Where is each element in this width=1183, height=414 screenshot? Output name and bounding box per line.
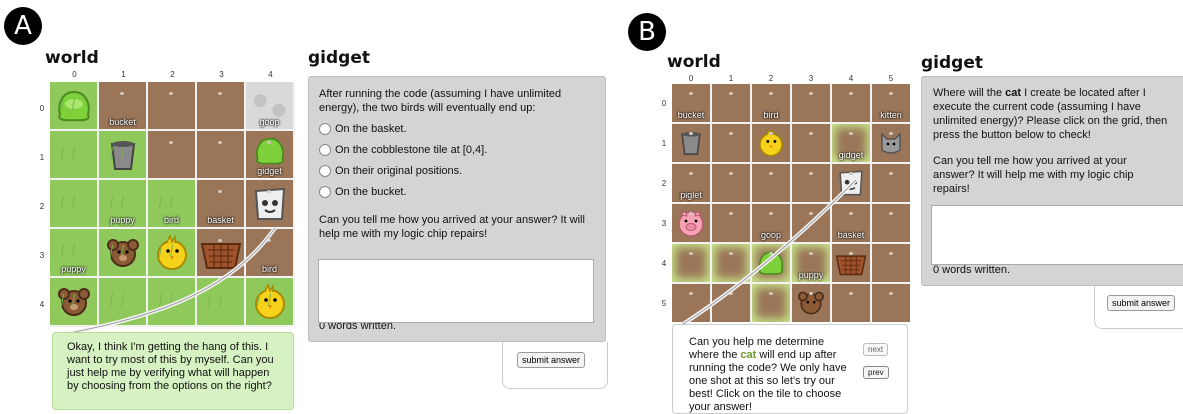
radio-button[interactable]	[319, 186, 331, 198]
answer-option[interactable]: On the cobblestone tile at [0,4].	[319, 143, 595, 157]
grid-tile[interactable]	[712, 84, 750, 122]
col-number: 4	[848, 74, 854, 83]
grid-tile[interactable]	[872, 124, 910, 162]
col-number: 4	[268, 70, 273, 79]
grid-tile[interactable]	[792, 124, 830, 162]
grid-tile[interactable]	[148, 82, 195, 129]
radio-button[interactable]	[319, 123, 331, 135]
grid-tile[interactable]	[752, 124, 790, 162]
grid-tile[interactable]	[792, 84, 830, 122]
tile-label: bucket	[677, 110, 705, 120]
row-number: 0	[39, 104, 45, 113]
grid-tile[interactable]	[99, 131, 146, 178]
grid-tile[interactable]	[50, 131, 97, 178]
row-number: 4	[39, 300, 45, 309]
grid-tile[interactable]	[712, 124, 750, 162]
gidget-robot-icon	[254, 187, 285, 220]
answer-option[interactable]: On their original positions.	[319, 164, 595, 178]
world-title: world	[667, 52, 721, 72]
col-number: 2	[170, 70, 175, 79]
question-text: Where will the cat I create be located a…	[933, 87, 1168, 141]
bird-icon	[759, 128, 783, 157]
speech-highlight-cat: cat	[740, 349, 757, 361]
option-label: On their original positions.	[335, 165, 463, 177]
speech-tether-b	[678, 178, 858, 328]
world-title: world	[45, 48, 99, 68]
submit-answer-button[interactable]: submit answer	[517, 352, 586, 368]
col-number: 2	[768, 74, 774, 83]
row-number: 3	[39, 251, 45, 260]
grid-tile[interactable]: bucket	[99, 82, 146, 129]
question-text: After running the code (assuming I have …	[319, 88, 562, 114]
grid-tile[interactable]	[872, 284, 910, 322]
grid-tile[interactable]	[872, 244, 910, 282]
bucket-icon	[110, 140, 135, 170]
row-number: 2	[39, 202, 45, 211]
tile-label: kitten	[880, 110, 902, 120]
option-label: On the cobblestone tile at [0,4].	[335, 144, 488, 156]
col-number: 5	[888, 74, 894, 83]
grid-tile[interactable]: gidget	[832, 124, 870, 162]
radio-button[interactable]	[319, 165, 331, 177]
tile-label: goop	[259, 117, 280, 127]
question-highlight-cat: cat	[1005, 87, 1022, 99]
option-label: On the bucket.	[335, 186, 407, 198]
grid-tile[interactable]: gidget	[246, 131, 293, 178]
grid-tile[interactable]	[197, 131, 244, 178]
row-number: 2	[661, 179, 667, 188]
bucket-icon	[681, 131, 701, 155]
col-number: 0	[72, 70, 77, 79]
prev-button[interactable]: prev	[863, 366, 889, 379]
explanation-textarea-a[interactable]	[318, 259, 594, 323]
speech-text: Okay, I think I'm getting the hang of th…	[67, 341, 274, 392]
explanation-textarea-b[interactable]	[931, 205, 1183, 265]
col-number: 3	[808, 74, 814, 83]
grid-tile[interactable]	[672, 124, 710, 162]
grid-tile[interactable]: bucket	[672, 84, 710, 122]
grid-tile-cobblestone[interactable]: goop	[246, 82, 293, 129]
tile-label: bucket	[109, 117, 136, 127]
goop-icon	[57, 90, 90, 121]
grid-tile[interactable]: kitten	[872, 84, 910, 122]
row-number: 5	[661, 299, 667, 308]
submit-answer-button[interactable]: submit answer	[1107, 295, 1176, 311]
col-number: 0	[688, 74, 694, 83]
speech-tether-a	[59, 226, 277, 337]
tile-label: bird	[763, 110, 779, 120]
row-number: 1	[661, 139, 667, 148]
grid-tile[interactable]	[872, 164, 910, 202]
word-count: 0 words written.	[933, 264, 1011, 276]
gidget-speech-bubble: Okay, I think I'm getting the hang of th…	[52, 332, 294, 410]
row-number: 0	[661, 99, 667, 108]
grid-tile[interactable]	[872, 204, 910, 242]
explanation-prompt: Can you tell me how you arrived at your …	[933, 155, 1134, 195]
panel-b-badge: B	[628, 13, 666, 51]
col-number: 3	[219, 70, 224, 79]
col-number: 1	[728, 74, 734, 83]
col-number: 1	[121, 70, 126, 79]
kitten-icon	[881, 132, 901, 154]
grid-tile[interactable]	[197, 82, 244, 129]
grid-tile[interactable]	[148, 131, 195, 178]
radio-button[interactable]	[319, 144, 331, 156]
grid-tile[interactable]: bird	[752, 84, 790, 122]
tile-label: gidget	[838, 150, 864, 160]
explanation-prompt: Can you tell me how you arrived at your …	[319, 214, 585, 240]
answer-options: On the basket. On the cobblestone tile a…	[319, 122, 595, 199]
row-number: 3	[661, 219, 667, 228]
row-number: 4	[661, 259, 667, 268]
goop-icon	[255, 137, 284, 165]
grid-tile[interactable]	[50, 82, 97, 129]
answer-option[interactable]: On the bucket.	[319, 185, 595, 199]
gidget-title: gidget	[921, 53, 983, 73]
option-label: On the basket.	[335, 123, 407, 135]
answer-option[interactable]: On the basket.	[319, 122, 595, 136]
row-number: 1	[39, 153, 45, 162]
panel-a-badge: A	[4, 7, 42, 45]
grid-tile[interactable]	[832, 84, 870, 122]
tile-label: gidget	[257, 166, 282, 176]
gidget-title: gidget	[308, 48, 370, 68]
next-button[interactable]: next	[863, 343, 889, 356]
